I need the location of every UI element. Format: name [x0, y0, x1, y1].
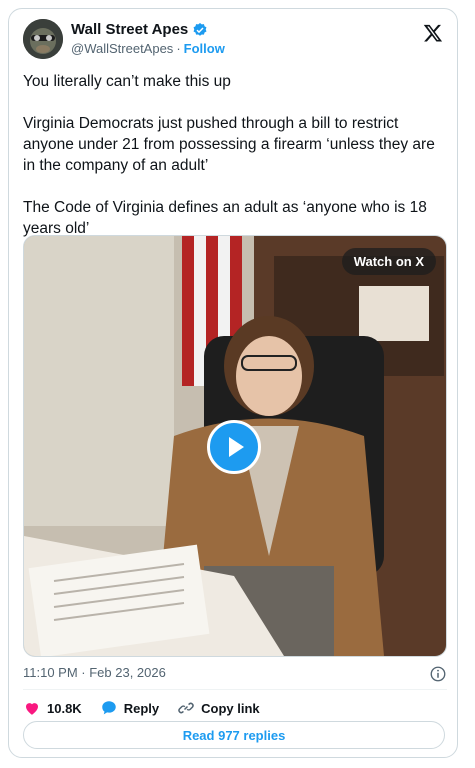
heart-icon — [26, 703, 38, 715]
divider — [23, 689, 447, 690]
play-icon — [229, 437, 244, 457]
tweet-text: You literally can’t make this up Virgini… — [23, 71, 447, 260]
x-logo-icon[interactable] — [423, 23, 443, 43]
author-name-row: Wall Street Apes — [71, 21, 208, 38]
info-icon[interactable] — [429, 665, 447, 683]
video-player[interactable]: Watch on X — [23, 235, 447, 657]
tweet-paragraph: You literally can’t make this up — [23, 73, 231, 90]
tweet-card: Wall Street Apes @WallStreetApes · Follo… — [8, 8, 458, 758]
follow-button[interactable]: Follow — [184, 41, 225, 56]
reply-label: Reply — [123, 700, 160, 716]
handle-separator: · — [176, 41, 181, 56]
author-name[interactable]: Wall Street Apes — [71, 21, 188, 38]
author-handle-row: @WallStreetApes · Follow — [71, 41, 225, 56]
tweet-paragraph: The Code of Virginia defines an adult as… — [23, 199, 427, 237]
read-replies-button[interactable]: Read 977 replies — [23, 721, 445, 749]
tweet-header: Wall Street Apes @WallStreetApes · Follo… — [23, 19, 443, 63]
reply-button[interactable]: Reply — [100, 699, 159, 717]
timestamp[interactable]: 11:10 PM · Feb 23, 2026 — [23, 665, 166, 680]
copy-link-label: Copy link — [201, 700, 260, 716]
avatar[interactable] — [23, 19, 63, 59]
play-button[interactable] — [207, 420, 261, 474]
link-icon — [178, 702, 194, 714]
tweet-actions: 10.8K Reply Copy link — [23, 697, 447, 719]
verified-badge-icon — [193, 22, 207, 36]
like-count: 10.8K — [47, 700, 82, 716]
reply-icon — [101, 701, 116, 715]
like-button[interactable]: 10.8K — [23, 699, 82, 717]
watch-on-x-button[interactable]: Watch on X — [341, 248, 436, 275]
copy-link-button[interactable]: Copy link — [177, 699, 260, 717]
tweet-meta: 11:10 PM · Feb 23, 2026 — [23, 665, 447, 685]
tweet-paragraph: Virginia Democrats just pushed through a… — [23, 115, 435, 174]
author-handle[interactable]: @WallStreetApes — [71, 41, 173, 56]
